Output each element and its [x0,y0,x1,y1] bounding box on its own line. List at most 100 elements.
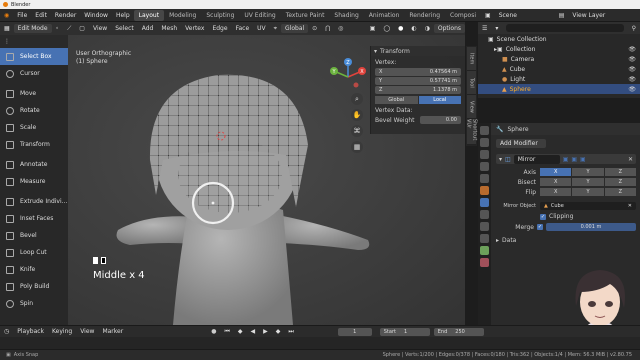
data-tab-icon[interactable] [480,246,489,255]
mode-selector[interactable]: Edit Mode [13,24,52,33]
bisect-x-toggle[interactable]: X [540,178,572,186]
mirror-object-field[interactable]: ▲ Cube ✕ [540,202,636,210]
data-section-label[interactable]: Data [502,237,516,244]
options-dropdown[interactable]: Options [433,24,465,33]
render-tab-icon[interactable] [480,138,489,147]
axis-z-toggle[interactable]: Z [604,168,636,176]
start-frame-field[interactable]: Start 1 [379,327,430,336]
pivot-icon[interactable]: ⊙ [308,25,321,32]
shading-rendered-icon[interactable]: ◑ [421,25,434,32]
menu-vertex[interactable]: Vertex [181,25,208,32]
add-modifier-button[interactable]: Add Modifier [496,139,546,148]
tool-scale[interactable]: Scale [0,119,68,136]
timeline-menu-playback[interactable]: Playback [13,328,48,335]
menu-face[interactable]: Face [232,25,254,32]
outliner-search-input[interactable] [506,24,624,32]
collapse-arrow-icon[interactable]: ▾ [374,48,377,55]
menu-uv[interactable]: UV [253,25,270,32]
editmode-toggle-icon[interactable]: ▣ [563,156,569,163]
snap-icon[interactable]: ⌖ [270,25,281,33]
bisect-z-toggle[interactable]: Z [604,178,636,186]
menu-select[interactable]: Select [111,25,138,32]
tool-select-box[interactable]: Select Box [0,48,68,65]
workspace-tab-uv-editing[interactable]: UV Editing [239,10,280,21]
select-mode-edge-icon[interactable]: ⟋ [63,25,75,33]
workspace-tab-layout[interactable]: Layout [133,9,165,21]
select-mode-vertex-icon[interactable]: ◦ [52,25,64,32]
physics-tab-icon[interactable] [480,222,489,231]
menu-view[interactable]: View [89,25,111,32]
scene-tab-icon[interactable] [480,174,489,183]
outliner-item-collection[interactable]: ▸▣ Collection 👁 [478,44,640,54]
shading-material-icon[interactable]: ◐ [407,25,420,32]
merge-distance-field[interactable]: 0.001 m [546,223,636,231]
tool-spin[interactable]: Spin [0,295,68,312]
output-tab-icon[interactable] [480,150,489,159]
bisect-y-toggle[interactable]: Y [572,178,604,186]
filter-icon[interactable]: ⚲ [628,25,640,32]
axis-y-toggle[interactable]: Y [572,168,604,176]
next-keyframe-icon[interactable]: ◆ [272,328,285,335]
tool-knife[interactable]: Knife [0,261,68,278]
close-icon[interactable]: ✕ [628,156,633,163]
tool-transform[interactable]: Transform [0,136,68,153]
axis-x-toggle[interactable]: X [540,168,572,176]
menu-file[interactable]: File [13,12,31,19]
shading-wireframe-icon[interactable]: ◯ [379,25,394,32]
material-tab-icon[interactable] [480,258,489,267]
play-icon[interactable]: ▶ [259,328,272,335]
tool-rotate[interactable]: Rotate [0,102,68,119]
workspace-tab-sculpting[interactable]: Sculpting [201,10,239,21]
workspace-tab-rendering[interactable]: Rendering [404,10,445,21]
sidebar-tab-shortcut[interactable]: Shortcut VUr [466,119,478,145]
menu-mesh[interactable]: Mesh [157,25,181,32]
outliner-item-camera[interactable]: ■ Camera 👁 [478,54,640,64]
magnet-icon[interactable]: ⋂ [321,25,334,32]
tool-poly-build[interactable]: Poly Build [0,278,68,295]
modifier-name-field[interactable]: Mirror [513,154,560,164]
timeline-menu-view[interactable]: View [76,328,98,335]
tool-cursor[interactable]: Cursor [0,65,68,82]
vertex-y-field[interactable]: Y 0.57741 m [375,77,461,85]
menu-edge[interactable]: Edge [208,25,231,32]
tool-extrude-individual[interactable]: Extrude Indivi... [0,193,68,210]
global-button[interactable]: Global [375,96,418,104]
tool-measure[interactable]: Measure [0,173,68,190]
proportional-icon[interactable]: ◎ [334,25,347,32]
tool-loop-cut[interactable]: Loop Cut [0,244,68,261]
jump-start-icon[interactable]: ⏮ [220,328,233,336]
timeline-menu-marker[interactable]: Marker [98,328,127,335]
tool-move[interactable]: Move [0,85,68,102]
scene-selector[interactable]: Scene [495,12,555,19]
flip-z-toggle[interactable]: Z [604,188,636,196]
camera-view-icon[interactable]: ⌘ [351,125,363,137]
sidebar-tab-tool[interactable]: Tool [467,71,476,95]
workspace-tab-shading[interactable]: Shading [329,10,363,21]
zoom-icon[interactable]: ⌕ [351,93,363,105]
viewport-toggle-icon[interactable]: ▣ [571,156,577,163]
modifier-tab-icon[interactable] [480,198,489,207]
blender-menu-icon[interactable]: ◉ [0,12,13,19]
view-layer-tab-icon[interactable] [480,162,489,171]
xray-icon[interactable]: ▣ [366,25,380,32]
record-icon[interactable]: ● [207,328,220,335]
tool-bevel[interactable]: Bevel [0,227,68,244]
sidebar-tab-item[interactable]: Item [467,47,476,71]
menu-help[interactable]: Help [112,12,134,19]
vertex-z-field[interactable]: Z 1.1378 m [375,86,461,94]
current-frame-field[interactable]: 1 [337,327,372,336]
object-tab-icon[interactable] [480,186,489,195]
play-reverse-icon[interactable]: ◀ [246,328,259,335]
menu-edit[interactable]: Edit [31,12,51,19]
shading-solid-icon[interactable]: ● [394,25,407,32]
render-toggle-icon[interactable]: ▣ [580,156,586,163]
outliner-scene-collection[interactable]: ▣ Scene Collection [478,34,640,44]
menu-add[interactable]: Add [138,25,158,32]
timeline-menu-keying[interactable]: Keying [48,328,76,335]
prev-keyframe-icon[interactable]: ◆ [234,328,247,335]
local-button[interactable]: Local [418,96,461,104]
merge-checkbox[interactable]: ✓ [537,224,543,230]
data-expand-icon[interactable]: ▸ [496,237,499,244]
outliner-item-light[interactable]: ● Light 👁 [478,74,640,84]
pan-hand-icon[interactable]: ✋ [351,109,363,121]
